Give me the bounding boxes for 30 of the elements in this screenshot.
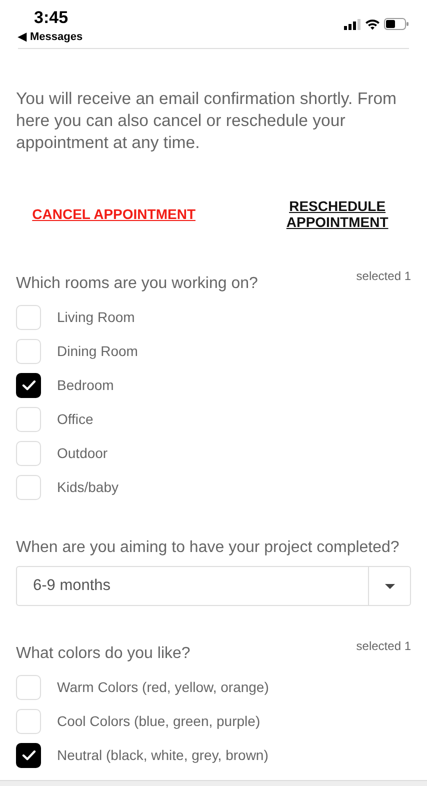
option-label: Warm Colors (red, yellow, orange) xyxy=(57,678,269,697)
wifi-icon xyxy=(365,18,380,30)
battery-icon xyxy=(384,18,409,30)
option-label: Living Room xyxy=(57,308,135,327)
option-label: Cool Colors (blue, green, purple) xyxy=(57,712,260,731)
check-icon xyxy=(22,750,36,760)
option-label: Dining Room xyxy=(57,342,138,361)
checkbox[interactable] xyxy=(16,742,41,768)
option-label: Neutral (black, white, grey, brown) xyxy=(57,746,268,765)
action-link[interactable]: CANCEL APPOINTMENT xyxy=(32,206,196,222)
question-label: What colors do you like? xyxy=(16,644,190,664)
caret-icon[interactable] xyxy=(384,584,394,588)
intro-text: You will receive an email confirmation shortly. From here you can also cancel or reschedule your appointment at any time. xyxy=(16,88,398,154)
question-label: When are you aiming to have your project completed? xyxy=(16,538,400,558)
option-label: Kids/baby xyxy=(57,478,118,497)
check-icon xyxy=(22,380,36,390)
clock-time: 3:45 xyxy=(33,8,68,28)
signal-icon xyxy=(344,18,361,30)
option-label: Bedroom xyxy=(57,376,114,394)
back-arrow[interactable]: ◀ xyxy=(18,30,26,44)
checkbox[interactable] xyxy=(16,372,41,398)
selected-count: selected 1 xyxy=(356,268,411,285)
question-label: Which rooms are you working on? xyxy=(16,274,258,294)
option-label: Office xyxy=(57,410,94,428)
back-link[interactable]: Messages xyxy=(30,30,83,44)
selected-count: selected 1 xyxy=(356,638,411,655)
action-link[interactable]: RESCHEDULE APPOINTMENT xyxy=(280,198,395,230)
select-value: 6-9 months xyxy=(32,576,112,596)
option-label: Outdoor xyxy=(57,444,108,462)
select-field[interactable]: 6-9 months xyxy=(16,566,411,606)
